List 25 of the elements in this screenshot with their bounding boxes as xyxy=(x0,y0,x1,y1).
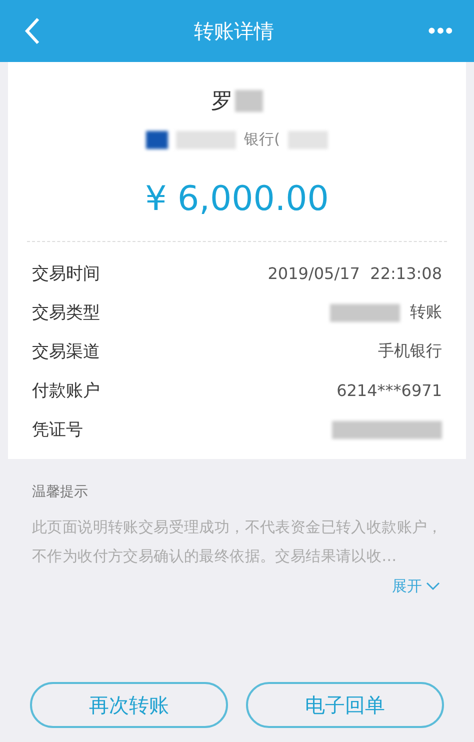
detail-label: 交易渠道 xyxy=(32,341,100,363)
detail-label: 交易时间 xyxy=(32,263,100,285)
back-icon[interactable] xyxy=(24,17,40,45)
detail-value: 6214***6971 xyxy=(336,381,442,400)
blurred-text xyxy=(176,130,236,148)
bank-name: 银行( xyxy=(244,130,280,149)
action-button[interactable]: 再次转账 xyxy=(30,682,228,728)
action-button[interactable]: 电子回单 xyxy=(246,682,444,728)
page-title: 转账详情 xyxy=(194,18,274,44)
payee-name: 罗 xyxy=(211,88,233,116)
detail-label: 凭证号 xyxy=(32,419,83,441)
detail-label: 交易类型 xyxy=(32,302,100,324)
detail-value: 2019/05/17 22:13:08 xyxy=(268,264,442,283)
blurred-text xyxy=(288,130,328,148)
notice-text: 此页面说明转账交易受理成功，不代表资金已转入收款账户，不作为收付方交易确认的最终依据。交易结果请以收… xyxy=(32,517,444,567)
chevron-icon xyxy=(426,582,440,591)
detail-value: 转账 xyxy=(410,302,442,323)
notice-title: 温馨提示 xyxy=(32,483,89,501)
more-button[interactable]: ••• xyxy=(428,18,454,44)
detail-value: 手机银行 xyxy=(378,341,442,362)
amount: ¥ 6,000.00 xyxy=(145,179,329,219)
bank-logo xyxy=(146,130,168,148)
blurred-text xyxy=(235,90,263,112)
detail-label: 付款账户 xyxy=(32,380,100,402)
expand-toggle[interactable]: 展开 xyxy=(392,577,440,596)
